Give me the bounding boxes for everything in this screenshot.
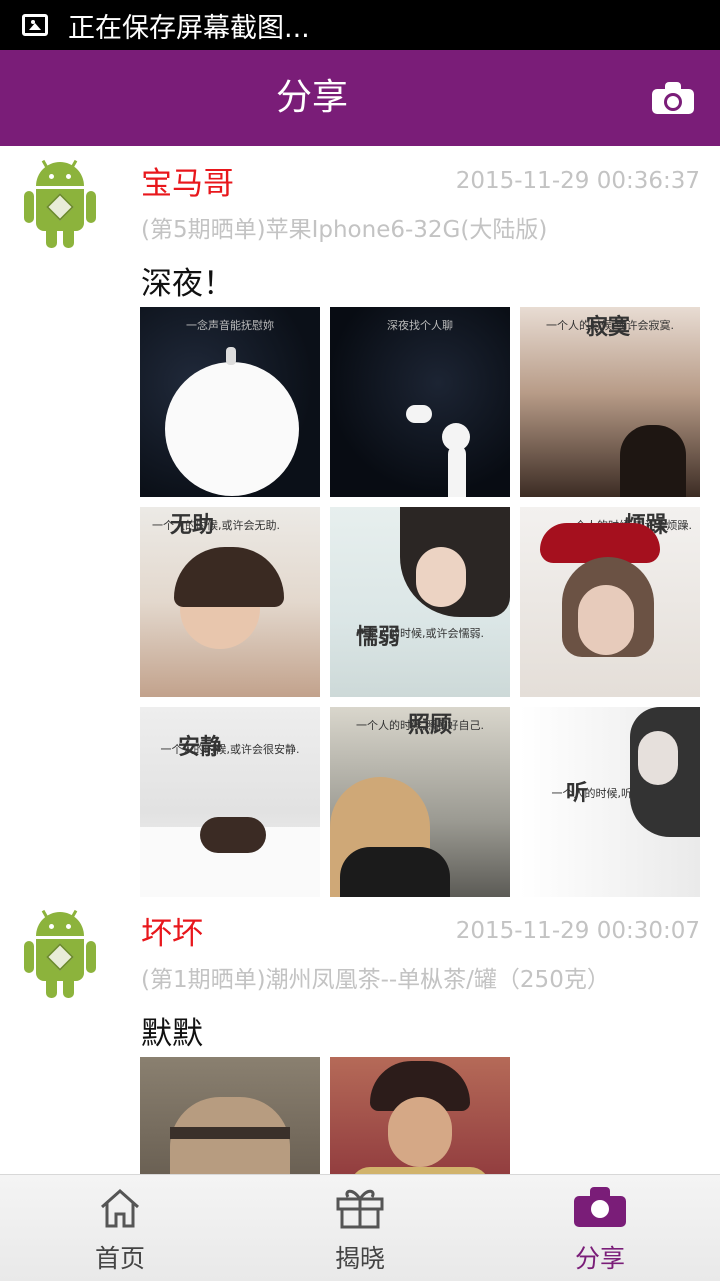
- share-feed[interactable]: 宝马哥 2015-11-29 00:36:37 (第5期晒单)苹果Iphone6…: [0, 146, 720, 1174]
- tab-share[interactable]: 分享: [480, 1175, 720, 1281]
- camera-icon: [574, 1187, 626, 1227]
- tab-reveal-label: 揭晓: [334, 1244, 385, 1273]
- camera-icon[interactable]: [652, 82, 694, 114]
- photo-thumbnail[interactable]: 一个人的时候,或许会懦弱. 懦弱: [330, 507, 510, 697]
- page-title: 分享: [275, 77, 348, 118]
- photo-thumbnail[interactable]: 一个人的时候,或许会寂寞. 寂寞: [520, 307, 700, 497]
- photo-thumbnail[interactable]: 一个人的时候,或许会无助. 无助: [140, 507, 320, 697]
- android-avatar-icon[interactable]: [22, 159, 98, 250]
- photo-thumbnail[interactable]: [330, 1057, 510, 1174]
- post-timestamp: 2015-11-29 00:36:37: [455, 168, 700, 194]
- tab-home-label: 首页: [94, 1244, 145, 1273]
- product-title[interactable]: (第5期晒单)苹果Iphone6-32G(大陆版): [141, 210, 547, 244]
- status-notification-text: 正在保存屏幕截图...: [68, 12, 310, 44]
- photo-thumbnail[interactable]: 一念声音能抚慰妳: [140, 307, 320, 497]
- photo-thumbnail[interactable]: 一个人的时候,听一首歌. 听: [520, 707, 700, 897]
- post-content: 深夜！: [141, 266, 234, 302]
- photo-thumbnail[interactable]: 深夜找个人聊: [330, 307, 510, 497]
- share-post[interactable]: 坏坏 2015-11-29 00:30:07 (第1期晒单)潮州凤凰茶--单枞茶…: [0, 896, 720, 1174]
- post-timestamp: 2015-11-29 00:30:07: [455, 918, 700, 944]
- photo-thumbnail[interactable]: 一个人的时候,照顾好自己. 照顾: [330, 707, 510, 897]
- product-title[interactable]: (第1期晒单)潮州凤凰茶--单枞茶/罐（250克）: [141, 960, 610, 994]
- tab-reveal[interactable]: 揭晓: [240, 1175, 480, 1281]
- photo-thumbnail[interactable]: 一个人的时候,或许会很安静. 安静: [140, 707, 320, 897]
- post-content: 默默: [141, 1016, 203, 1052]
- app-bar: 分享: [0, 50, 720, 146]
- screenshot-icon: [22, 14, 48, 36]
- bottom-tab-bar: 首页 揭晓 分享: [0, 1174, 720, 1281]
- user-name[interactable]: 宝马哥: [141, 158, 234, 203]
- share-post[interactable]: 宝马哥 2015-11-29 00:36:37 (第5期晒单)苹果Iphone6…: [0, 146, 720, 897]
- photo-thumbnail[interactable]: [140, 1057, 320, 1174]
- photo-thumbnail[interactable]: 一个人的时候,或许会烦躁. 烦躁: [520, 507, 700, 697]
- gift-icon: [336, 1189, 384, 1229]
- user-name[interactable]: 坏坏: [141, 908, 203, 953]
- tab-home[interactable]: 首页: [0, 1175, 240, 1281]
- tab-share-label: 分享: [574, 1244, 625, 1273]
- status-bar: 正在保存屏幕截图...: [0, 0, 720, 50]
- home-icon: [101, 1188, 139, 1228]
- android-avatar-icon[interactable]: [22, 909, 98, 1000]
